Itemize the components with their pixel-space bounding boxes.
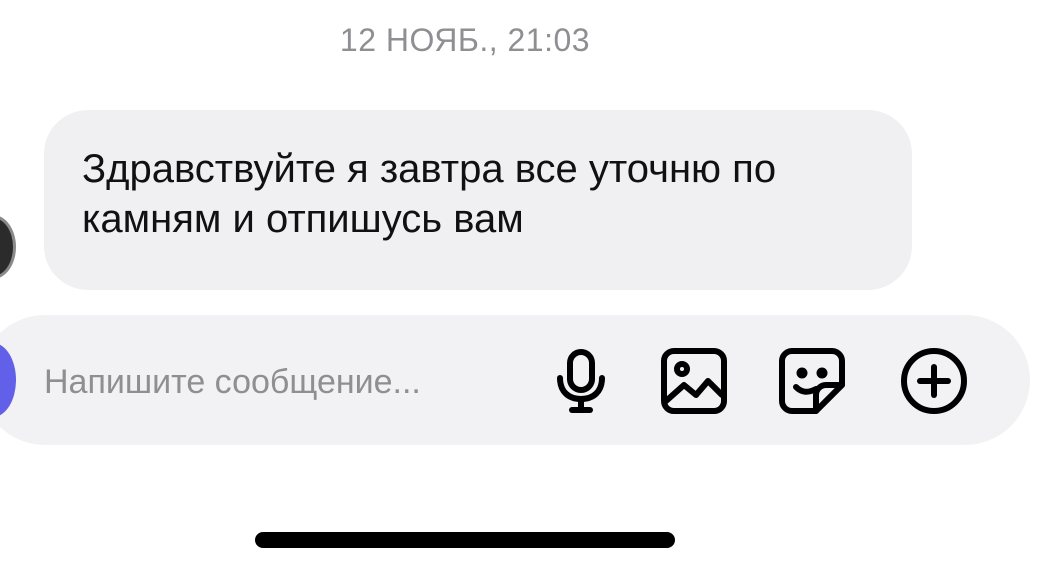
image-icon bbox=[661, 348, 727, 414]
add-attachment-button[interactable] bbox=[898, 345, 970, 417]
message-bubble[interactable]: Здравствуйте я завтра все уточню по камн… bbox=[44, 110, 912, 290]
microphone-icon bbox=[557, 349, 605, 413]
home-indicator[interactable] bbox=[255, 532, 675, 548]
sticker-icon bbox=[779, 348, 845, 414]
gallery-button[interactable] bbox=[658, 345, 730, 417]
voice-message-button[interactable] bbox=[545, 345, 617, 417]
chat-screen: 12 НОЯБ., 21:03 Здравствуйте я завтра вс… bbox=[0, 0, 1054, 572]
sticker-button[interactable] bbox=[776, 345, 848, 417]
message-timestamp: 12 НОЯБ., 21:03 bbox=[339, 22, 591, 58]
plus-circle-icon bbox=[901, 348, 967, 414]
message-text: Здравствуйте я завтра все уточню по камн… bbox=[82, 147, 777, 241]
sender-avatar[interactable] bbox=[0, 215, 16, 279]
message-input[interactable] bbox=[44, 358, 524, 406]
